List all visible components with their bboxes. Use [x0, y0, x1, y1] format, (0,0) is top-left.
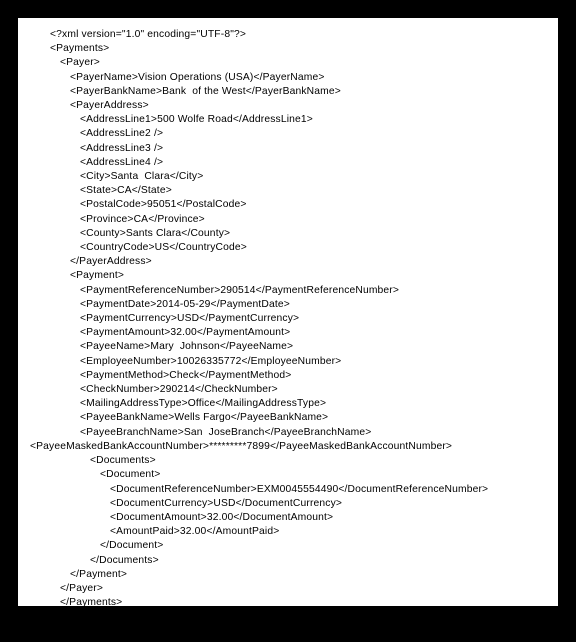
payment-close: </Payment> [26, 568, 550, 582]
payee-branch-name: <PayeeBranchName>San JoseBranch</PayeeBr… [26, 426, 550, 440]
payment-currency: <PaymentCurrency>USD</PaymentCurrency> [26, 312, 550, 326]
payment-method: <PaymentMethod>Check</PaymentMethod> [26, 369, 550, 383]
document-open: <Document> [26, 468, 550, 482]
payer-address-close: </PayerAddress> [26, 255, 550, 269]
xml-declaration: <?xml version="1.0" encoding="UTF-8"?> [26, 28, 550, 42]
county: <County>Sants Clara</County> [26, 227, 550, 241]
payee-masked-bank-account-number: <PayeeMaskedBankAccountNumber>*********7… [26, 440, 550, 454]
document-amount: <DocumentAmount>32.00</DocumentAmount> [26, 511, 550, 525]
document-close: </Document> [26, 539, 550, 553]
province: <Province>CA</Province> [26, 213, 550, 227]
xml-document: <?xml version="1.0" encoding="UTF-8"?> <… [18, 18, 558, 606]
documents-close: </Documents> [26, 554, 550, 568]
payer-name: <PayerName>Vision Operations (USA)</Paye… [26, 71, 550, 85]
document-currency: <DocumentCurrency>USD</DocumentCurrency> [26, 497, 550, 511]
payments-close: </Payments> [26, 596, 550, 606]
document-reference-number: <DocumentReferenceNumber>EXM0045554490</… [26, 483, 550, 497]
documents-open: <Documents> [26, 454, 550, 468]
payment-date: <PaymentDate>2014-05-29</PaymentDate> [26, 298, 550, 312]
payment-amount: <PaymentAmount>32.00</PaymentAmount> [26, 326, 550, 340]
payee-name: <PayeeName>Mary Johnson</PayeeName> [26, 340, 550, 354]
address-line-1: <AddressLine1>500 Wolfe Road</AddressLin… [26, 113, 550, 127]
check-number: <CheckNumber>290214</CheckNumber> [26, 383, 550, 397]
payment-open: <Payment> [26, 269, 550, 283]
payer-close: </Payer> [26, 582, 550, 596]
address-line-3: <AddressLine3 /> [26, 142, 550, 156]
address-line-2: <AddressLine2 /> [26, 127, 550, 141]
mailing-address-type: <MailingAddressType>Office</MailingAddre… [26, 397, 550, 411]
amount-paid: <AmountPaid>32.00</AmountPaid> [26, 525, 550, 539]
payer-address-open: <PayerAddress> [26, 99, 550, 113]
employee-number: <EmployeeNumber>10026335772</EmployeeNum… [26, 355, 550, 369]
payments-open: <Payments> [26, 42, 550, 56]
city: <City>Santa Clara</City> [26, 170, 550, 184]
payment-reference-number: <PaymentReferenceNumber>290514</PaymentR… [26, 284, 550, 298]
payer-bank-name: <PayerBankName>Bank of the West</PayerBa… [26, 85, 550, 99]
postal-code: <PostalCode>95051</PostalCode> [26, 198, 550, 212]
payer-open: <Payer> [26, 56, 550, 70]
country-code: <CountryCode>US</CountryCode> [26, 241, 550, 255]
state: <State>CA</State> [26, 184, 550, 198]
payee-bank-name: <PayeeBankName>Wells Fargo</PayeeBankNam… [26, 411, 550, 425]
address-line-4: <AddressLine4 /> [26, 156, 550, 170]
